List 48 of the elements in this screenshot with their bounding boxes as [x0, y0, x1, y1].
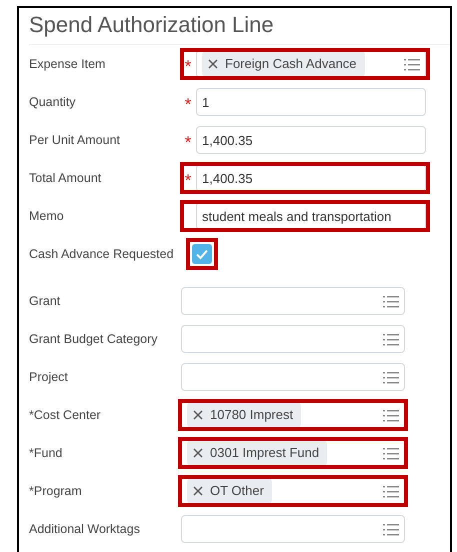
prompt-field[interactable]: 0301 Imprest Fund — [181, 439, 405, 467]
field-label: Expense Item — [29, 56, 106, 73]
required-mark: * — [184, 94, 192, 112]
list-icon[interactable] — [404, 58, 420, 70]
list-icon[interactable] — [383, 408, 399, 422]
remove-icon[interactable] — [193, 448, 203, 458]
list-icon[interactable] — [383, 370, 399, 384]
list-icon[interactable] — [383, 522, 399, 536]
remove-icon[interactable] — [193, 486, 203, 496]
prompt-field[interactable]: 10780 Imprest — [181, 401, 405, 429]
checkmark-icon — [195, 247, 209, 261]
field-label: Grant — [29, 292, 62, 310]
required-mark: * — [184, 170, 192, 188]
input-field[interactable]: 1,400.35 — [196, 164, 426, 192]
field-label: Cash Advance Requested — [29, 246, 175, 263]
field-label: *Cost Center — [29, 406, 102, 424]
selected-value: Foreign Cash Advance — [225, 55, 357, 74]
list-icon[interactable] — [383, 332, 399, 346]
field-label: Grant Budget Category — [29, 330, 159, 348]
field-label: *Program — [29, 482, 83, 500]
selected-value: 10780 Imprest — [210, 406, 294, 424]
prompt-field[interactable] — [181, 515, 405, 543]
field-label: Project — [29, 368, 69, 386]
required-mark: * — [184, 56, 192, 74]
prompt-field[interactable] — [181, 287, 405, 315]
panel-title: Spend Authorization Line — [29, 8, 450, 45]
list-icon[interactable] — [383, 294, 399, 308]
selected-value: 0301 Imprest Fund — [210, 444, 320, 462]
remove-icon[interactable] — [208, 59, 218, 69]
field-label: Quantity — [29, 94, 77, 111]
field-label: Per Unit Amount — [29, 132, 122, 149]
input-field[interactable]: student meals and transportation — [196, 202, 426, 230]
prompt-field[interactable]: Foreign Cash Advance — [196, 50, 426, 78]
input-field[interactable]: 1,400.35 — [196, 126, 426, 154]
prompt-field[interactable] — [181, 363, 405, 391]
input-field[interactable]: 1 — [196, 88, 426, 116]
field-label: *Fund — [29, 444, 64, 462]
list-icon[interactable] — [383, 446, 399, 460]
checkbox[interactable] — [192, 244, 212, 264]
field-label: Additional Worktags — [29, 520, 141, 538]
remove-icon[interactable] — [193, 410, 203, 420]
prompt-field[interactable] — [181, 325, 405, 353]
selected-value: OT Other — [210, 482, 264, 500]
field-label: Total Amount — [29, 170, 102, 187]
prompt-field[interactable]: OT Other — [181, 477, 405, 505]
required-mark: * — [184, 132, 192, 150]
field-label: Memo — [29, 208, 65, 225]
list-icon[interactable] — [383, 484, 399, 498]
